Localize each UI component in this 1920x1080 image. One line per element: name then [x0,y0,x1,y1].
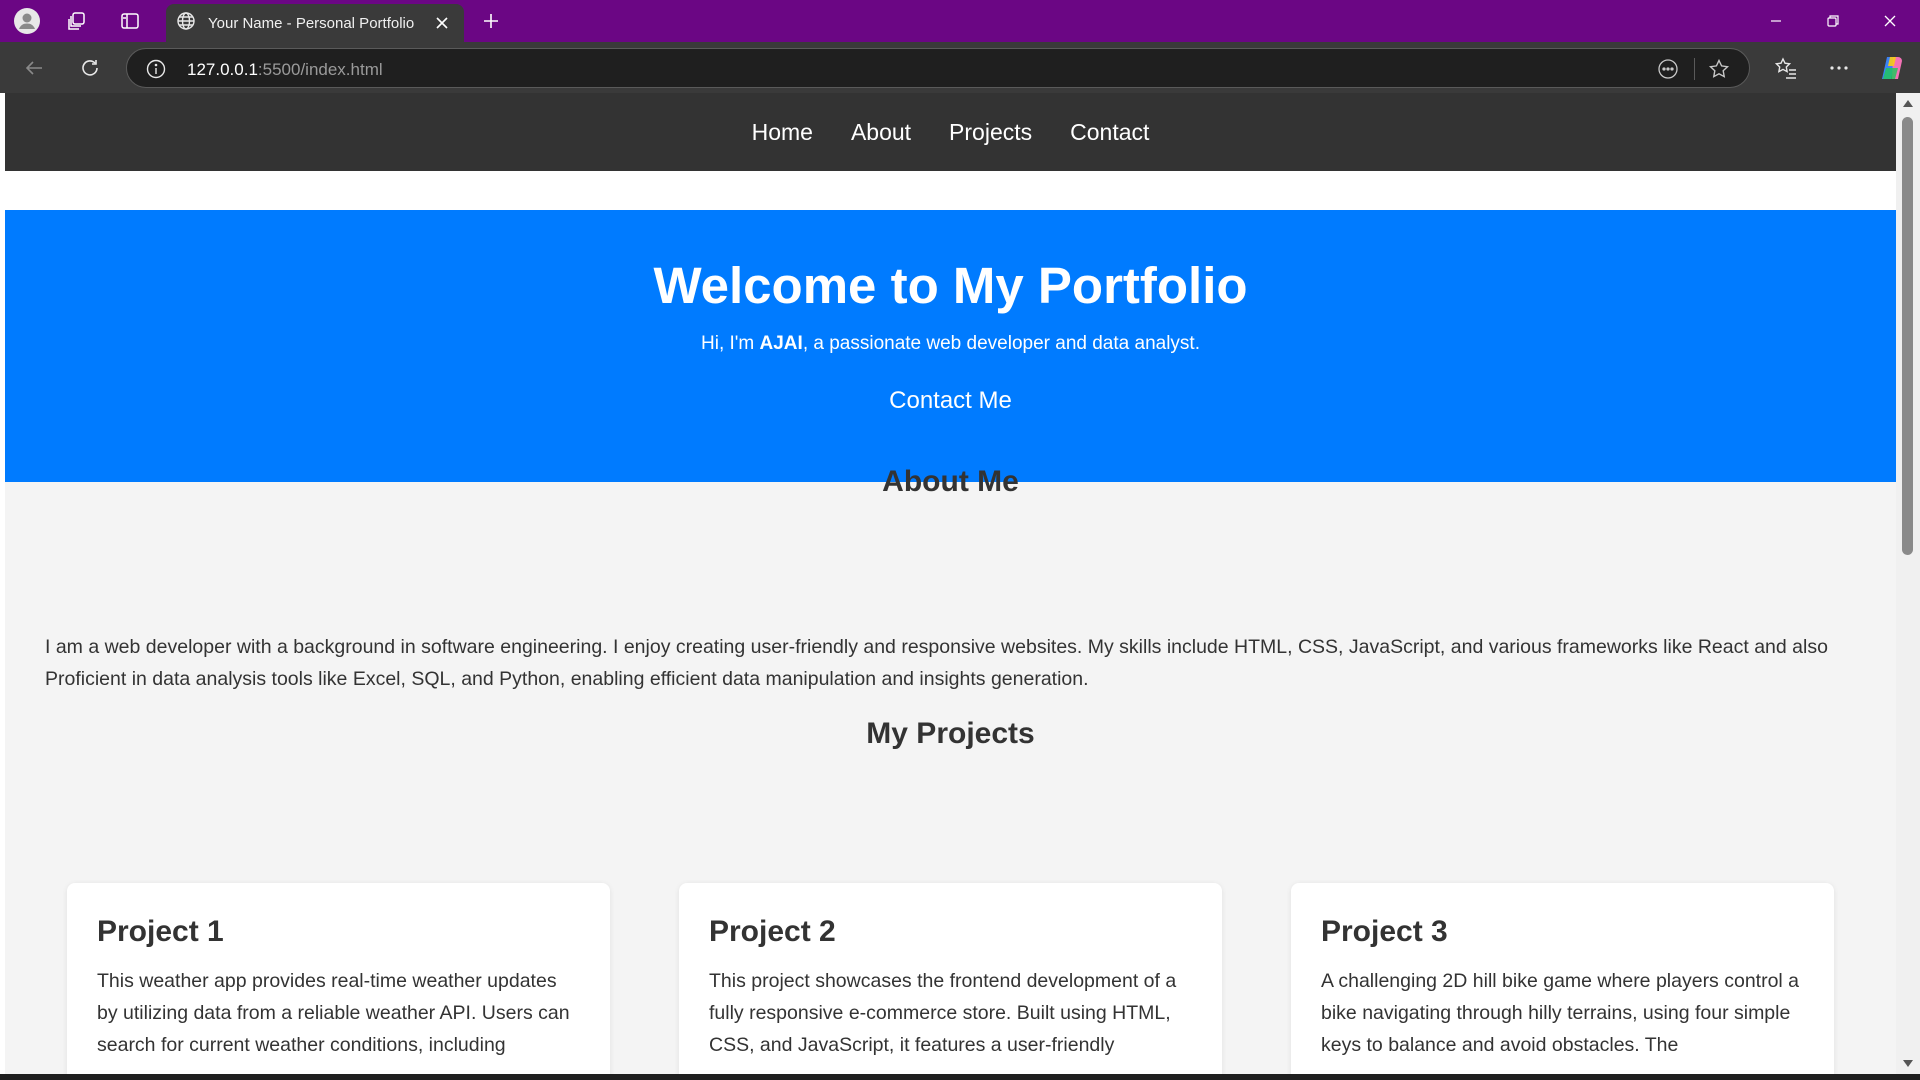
vertical-tabs-icon[interactable] [115,6,145,36]
tab-title: Your Name - Personal Portfolio [208,14,415,32]
site-navbar: Home About Projects Contact [5,93,1896,171]
globe-icon [176,11,196,36]
favorites-icon[interactable] [1770,52,1802,84]
window-bottom-edge [0,1074,1920,1080]
back-icon[interactable] [18,52,50,84]
project-description: A challenging 2D hill bike game where pl… [1321,970,1800,1056]
contact-me-button[interactable]: Contact Me [889,387,1012,415]
address-bar[interactable]: 127.0.0.1:5500/index.html [126,48,1750,88]
copilot-icon[interactable] [1876,52,1908,84]
favorite-star-icon[interactable] [1705,55,1733,83]
browser-toolbar: 127.0.0.1:5500/index.html [0,42,1920,93]
page-scrollbar[interactable] [1896,93,1920,1074]
more-menu-icon[interactable] [1823,52,1855,84]
nav-projects-link[interactable]: Projects [949,119,1032,146]
scroll-thumb[interactable] [1902,117,1913,555]
browser-tab[interactable]: Your Name - Personal Portfolio [166,4,464,42]
header-spacer [5,171,1896,210]
address-divider [1694,58,1695,80]
project-title: Project 1 [97,915,224,948]
scroll-down-arrow-icon[interactable] [1903,1060,1913,1067]
restore-icon[interactable] [1805,0,1861,42]
browser-titlebar: Your Name - Personal Portfolio [0,0,1920,42]
close-window-icon[interactable] [1862,0,1918,42]
project-description: This project showcases the frontend deve… [709,970,1177,1056]
project-title: Project 2 [709,915,836,948]
hero-title: Welcome to My Portfolio [653,257,1248,314]
site-info-icon[interactable] [145,58,167,85]
about-text: I am a web developer with a background i… [45,636,1828,690]
new-tab-button[interactable] [476,6,506,36]
hero-section: Welcome to My Portfolio Hi, I'm AJAI, a … [5,210,1896,482]
project-card-1: Project 1 This weather app provides real… [67,883,610,1074]
hero-intro: Hi, I'm AJAI, a passionate web developer… [701,333,1200,354]
projects-heading: My Projects [866,717,1035,750]
reading-mode-icon[interactable] [1654,55,1682,83]
project-title: Project 3 [1321,915,1448,948]
nav-contact-link[interactable]: Contact [1070,119,1149,146]
project-description: This weather app provides real-time weat… [97,970,570,1056]
close-tab-icon[interactable] [430,11,454,35]
project-card-2: Project 2 This project showcases the fro… [679,883,1222,1074]
profile-icon[interactable] [12,6,42,36]
scroll-up-arrow-icon[interactable] [1903,100,1913,107]
project-card-3: Project 3 A challenging 2D hill bike gam… [1291,883,1834,1074]
page-viewport: Home About Projects Contact Welcome to M… [5,93,1896,1074]
hero-name: AJAI [759,333,803,354]
workspaces-icon[interactable] [62,6,92,36]
refresh-icon[interactable] [74,52,106,84]
about-heading: About Me [882,465,1019,498]
nav-home-link[interactable]: Home [752,119,813,146]
url-text[interactable]: 127.0.0.1:5500/index.html [187,60,383,80]
minimize-icon[interactable] [1748,0,1804,42]
nav-about-link[interactable]: About [851,119,911,146]
